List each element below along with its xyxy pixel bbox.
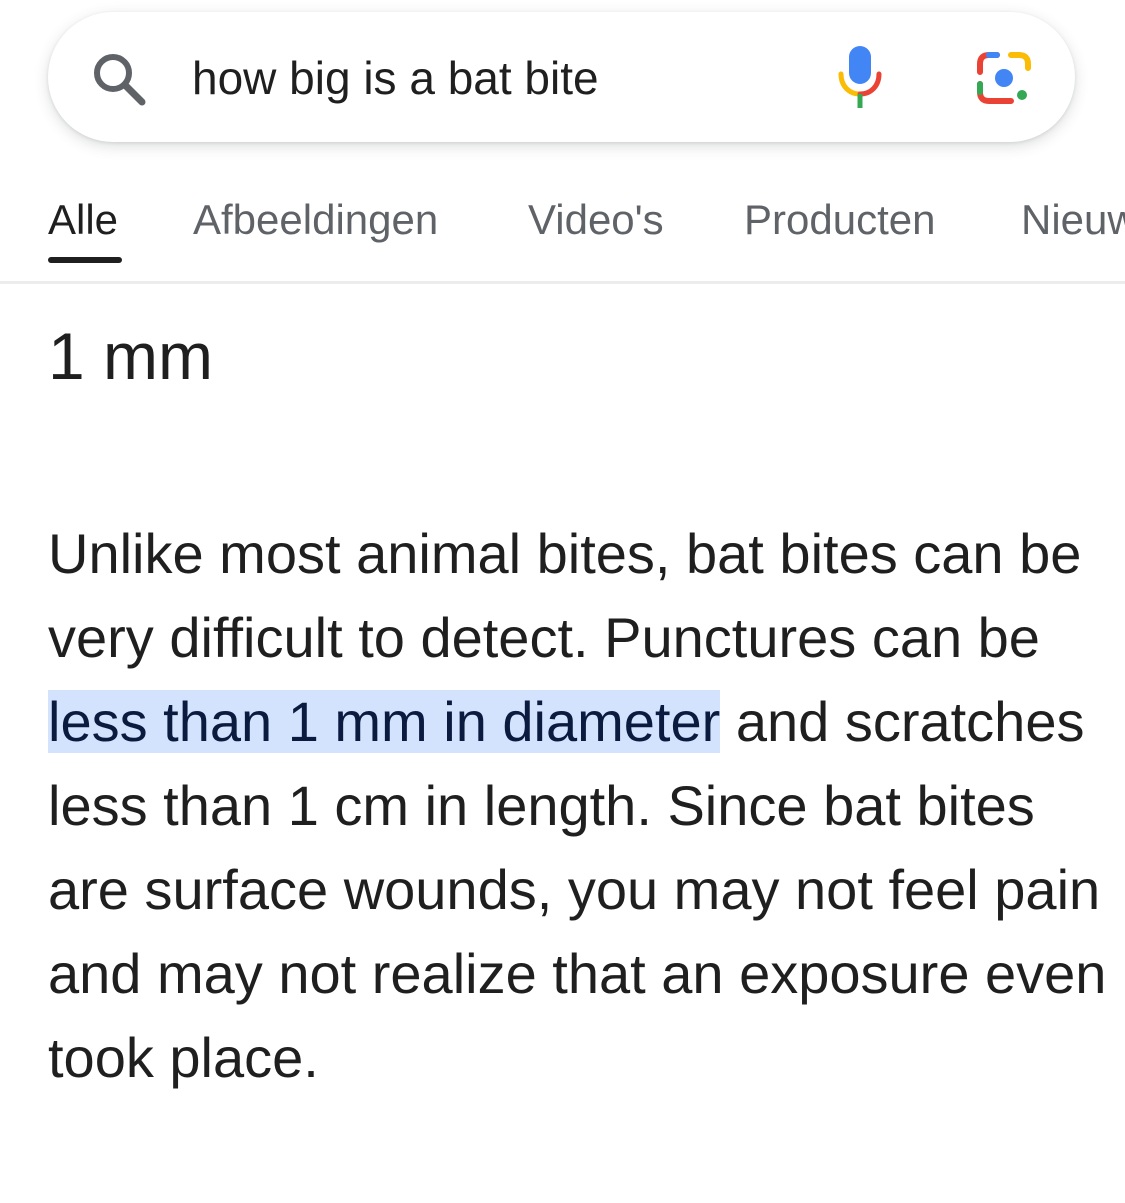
mic-icon[interactable] [836,44,884,110]
tab-afbeeldingen[interactable]: Afbeeldingen [193,194,438,246]
search-icon[interactable] [90,50,148,108]
tab-alle[interactable]: Alle [48,194,118,246]
answer-title: 1 mm [48,319,213,393]
tab-nieuws[interactable]: Nieuws [1021,194,1125,246]
lens-icon[interactable] [974,50,1034,106]
snippet-highlight: less than 1 mm in diameter [48,690,721,753]
snippet-text-before: Unlike most animal bites, bat bites can … [48,522,1082,669]
tab-videos[interactable]: Video's [528,194,664,246]
search-input[interactable]: how big is a bat bite [192,50,599,106]
answer-snippet: Unlike most animal bites, bat bites can … [48,512,1108,1100]
tab-producten[interactable]: Producten [744,194,935,246]
active-tab-indicator [48,257,122,263]
search-tabs: Alle Afbeeldingen Video's Producten Nieu… [0,178,1125,284]
